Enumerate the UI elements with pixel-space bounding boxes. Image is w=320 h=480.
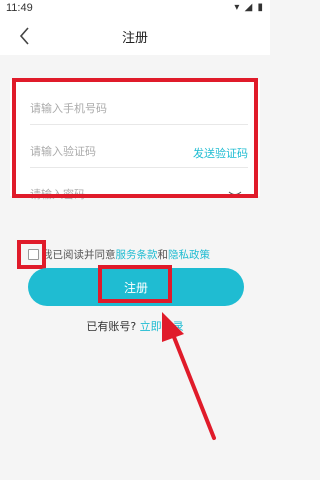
- arrow-annotation: [162, 312, 216, 440]
